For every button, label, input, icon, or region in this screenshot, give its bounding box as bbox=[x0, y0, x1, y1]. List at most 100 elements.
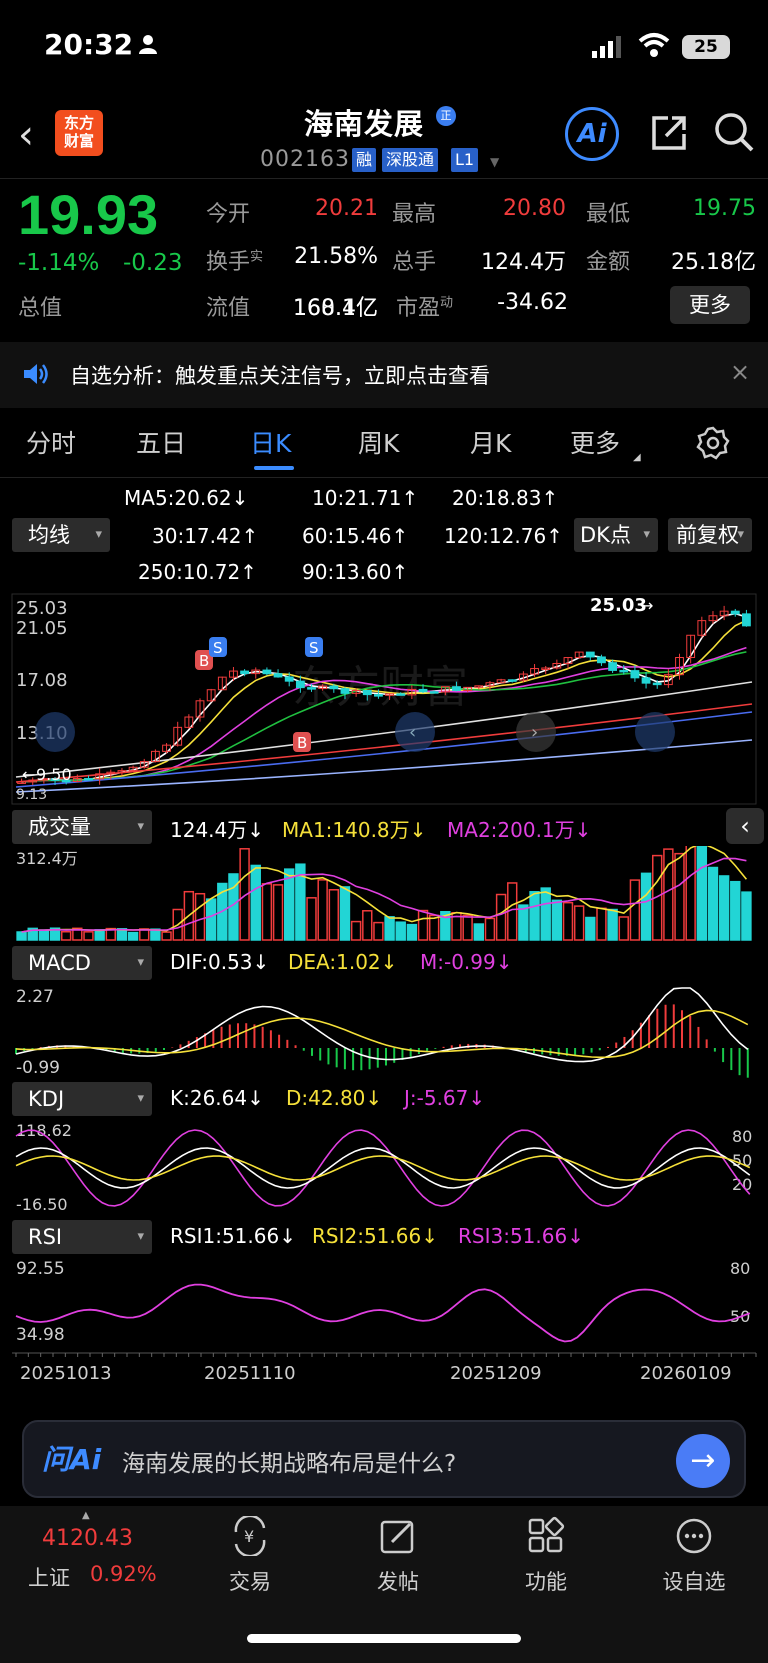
tab-intraday[interactable]: 分时 bbox=[26, 424, 76, 460]
nav-functions[interactable]: 功能 bbox=[486, 1516, 606, 1596]
kline-chart[interactable]: 东方财富 25.03 21.05 17.08 13.10 9.13 25.03 … bbox=[0, 592, 768, 808]
rsi3: RSI3:51.66↓ bbox=[458, 1224, 584, 1248]
candle-body bbox=[362, 689, 372, 696]
candle-body bbox=[730, 610, 740, 615]
ma-selector[interactable]: 均线 bbox=[12, 518, 110, 552]
more-button[interactable]: 更多 bbox=[670, 286, 750, 324]
caret-down-icon[interactable]: ▼ bbox=[490, 155, 499, 169]
y-label-bottom: 9.13 bbox=[16, 787, 47, 803]
triangle-icon: ◢ bbox=[633, 452, 641, 463]
collapse-panel-button[interactable]: ‹ bbox=[726, 808, 764, 844]
volume-bar bbox=[607, 908, 618, 941]
volume-bar bbox=[674, 852, 685, 941]
candle-body bbox=[396, 693, 406, 696]
macd-top-label: 2.27 bbox=[16, 987, 54, 1007]
candle-body bbox=[340, 688, 350, 694]
quote-label: 最高 bbox=[392, 202, 437, 227]
dk-point-button[interactable]: DK点 bbox=[574, 518, 658, 552]
index-name[interactable]: 上证 bbox=[28, 1562, 70, 1592]
candle-body bbox=[240, 670, 250, 675]
volume-bar bbox=[629, 879, 641, 941]
ai-question-bar[interactable]: 问Ai 海南发展的长期战略布局是什么? → bbox=[22, 1420, 746, 1498]
ma20-label: 20:18.83↑ bbox=[452, 486, 559, 510]
macd-histogram bbox=[15, 1004, 749, 1078]
alert-banner[interactable]: 自选分析：触发重点关注信号，立即点击查看 × bbox=[0, 342, 768, 408]
j-line bbox=[15, 1129, 751, 1207]
quote-label: 总手 bbox=[392, 250, 437, 275]
back-icon[interactable]: ‹ bbox=[18, 115, 34, 155]
y-label-2: 21.05 bbox=[16, 618, 68, 639]
rsi-selector[interactable]: RSI bbox=[12, 1220, 152, 1254]
volume-ma1: MA1:140.8万↓ bbox=[282, 818, 427, 842]
nav-post[interactable]: 发帖 bbox=[338, 1516, 458, 1596]
nav-trade[interactable]: ¥ 交易 bbox=[190, 1514, 310, 1596]
quote-value: 160.1亿 bbox=[293, 296, 378, 321]
tab-monthly-k[interactable]: 月K bbox=[470, 424, 511, 460]
price-adjust-label: 前复权 bbox=[676, 523, 739, 547]
low-marker-arrow: ← bbox=[22, 765, 35, 784]
candle-body bbox=[84, 778, 93, 781]
time-ticks bbox=[15, 1353, 757, 1357]
high-marker-arrow: → bbox=[640, 596, 653, 615]
send-arrow-icon[interactable]: → bbox=[676, 1434, 730, 1488]
kdj-j: J:-5.67↓ bbox=[404, 1086, 486, 1110]
volume-bar bbox=[16, 931, 27, 941]
volume-selector[interactable]: 成交量 bbox=[12, 810, 152, 844]
candle-body bbox=[295, 680, 305, 689]
tag-shenzhen-connect: 深股通 bbox=[382, 148, 439, 172]
quote-label: 市盈动 bbox=[396, 295, 454, 321]
tab-weekly-k[interactable]: 周K bbox=[358, 424, 399, 460]
zoom-out-button[interactable] bbox=[35, 712, 75, 752]
tab-daily-k[interactable]: 日K bbox=[250, 424, 291, 460]
nav-add-watchlist-label: 设自选 bbox=[662, 1570, 726, 1594]
volume-bar bbox=[730, 880, 741, 941]
ma250-label: 250:10.72↑ bbox=[138, 560, 257, 584]
period-tabs: 分时 五日 日K 周K 月K 更多 ◢ bbox=[0, 412, 768, 477]
candle-body bbox=[329, 685, 339, 690]
nav-add-watchlist[interactable]: 设自选 bbox=[634, 1516, 754, 1596]
volume-bar bbox=[518, 904, 529, 941]
volume-bar bbox=[306, 897, 317, 941]
ai-button[interactable]: Ai bbox=[565, 107, 619, 161]
close-icon[interactable]: × bbox=[730, 358, 750, 386]
macd-dea: DEA:1.02↓ bbox=[288, 950, 398, 974]
quote-value: 19.75 bbox=[693, 196, 756, 221]
svg-text:‹: ‹ bbox=[409, 722, 416, 743]
index-change[interactable]: 0.92% bbox=[90, 1562, 157, 1586]
ma5-label: MA5:20.62↓ bbox=[124, 486, 249, 510]
quote-label: 今开 bbox=[206, 202, 251, 227]
ma30-label: 30:17.42↑ bbox=[152, 524, 259, 548]
volume-bar bbox=[250, 864, 261, 941]
volume-bar bbox=[272, 884, 284, 941]
k-line bbox=[15, 1147, 751, 1189]
volume-bar bbox=[540, 887, 551, 941]
volume-bars bbox=[16, 846, 752, 941]
settings-icon[interactable] bbox=[696, 426, 730, 460]
volume-bar bbox=[573, 905, 585, 941]
kdj-selector[interactable]: KDJ bbox=[12, 1082, 152, 1116]
index-value[interactable]: 4120.43 bbox=[42, 1526, 133, 1551]
volume-bar bbox=[317, 879, 328, 941]
quote-value: -34.62 bbox=[497, 290, 568, 315]
volume-ma1-line bbox=[21, 846, 748, 933]
home-indicator bbox=[247, 1634, 521, 1643]
search-icon[interactable] bbox=[712, 110, 756, 154]
yen-exchange-icon: ¥ bbox=[234, 1514, 266, 1558]
fullscreen-button[interactable] bbox=[635, 712, 675, 752]
candle-body bbox=[641, 677, 651, 684]
tab-more[interactable]: 更多 bbox=[570, 424, 620, 460]
quote-label: 金额 bbox=[586, 250, 631, 275]
macd-selector[interactable]: MACD bbox=[12, 946, 152, 980]
share-icon[interactable] bbox=[648, 112, 690, 154]
more-icon bbox=[676, 1518, 712, 1554]
price-adjust-button[interactable]: 前复权 bbox=[668, 518, 752, 552]
ai-prompt[interactable]: 海南发展的长期战略布局是什么? bbox=[122, 1444, 456, 1478]
low-marker: 9.50 bbox=[36, 765, 72, 784]
volume-bar bbox=[328, 889, 340, 941]
rsi-lines bbox=[15, 1283, 751, 1343]
volume-bar bbox=[473, 923, 484, 941]
candle-body bbox=[507, 679, 517, 682]
tab-five-day[interactable]: 五日 bbox=[136, 424, 186, 460]
dk-point-label: DK点 bbox=[580, 523, 631, 547]
volume-bar bbox=[384, 916, 395, 941]
